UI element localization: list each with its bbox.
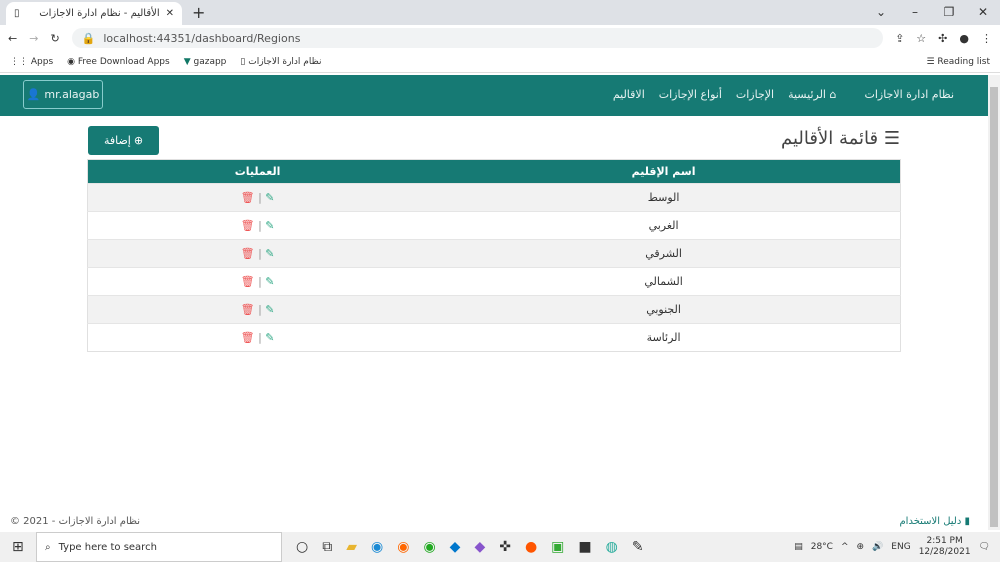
table-row: الغربي ✎ | 🗑 (87, 211, 901, 240)
bookmark-gazapp[interactable]: ▼ gazapp (184, 57, 227, 67)
volume-icon[interactable]: 🔊 (872, 542, 883, 552)
app-icon[interactable]: ✜ (499, 539, 511, 555)
table-row: الشرقي ✎ | 🗑 (87, 239, 901, 268)
back-icon[interactable]: ← (8, 32, 17, 45)
sticky-notes-icon[interactable]: ■ (578, 539, 591, 555)
regions-table: اسم الإقليم العمليات الوسط ✎ | 🗑 الغربي ✎ | … (87, 159, 901, 352)
close-window-button[interactable]: ✕ (966, 0, 1000, 25)
lock-icon: 🔒 (81, 31, 96, 45)
user-button[interactable]: 👤 mr.alagab (23, 80, 103, 109)
menu-icon[interactable]: ⋮ (981, 32, 992, 45)
maximize-button[interactable]: ❐ (932, 0, 966, 25)
nav-regions[interactable]: الاقاليم (613, 88, 645, 101)
visual-studio-icon[interactable]: ◆ (474, 539, 485, 555)
bookmark-leave-system[interactable]: ▯ نظام ادارة الاجازات (240, 57, 321, 67)
copyright: © 2021 - نظام ادارة الاجازات (10, 516, 140, 527)
region-name: الجنوبي (427, 295, 901, 324)
bookmark-free-download-apps[interactable]: ◉ Free Download Apps (67, 57, 170, 67)
brand[interactable]: نظام ادارة الاجازات (864, 88, 954, 101)
region-name: الوسط (427, 183, 901, 212)
app-icon[interactable]: ● (525, 539, 537, 555)
paint-icon[interactable]: ✎ (632, 539, 644, 555)
delete-icon[interactable]: 🗑 (241, 331, 255, 344)
chevron-up-icon[interactable]: ^ (841, 542, 849, 552)
table-row: الجنوبي ✎ | 🗑 (87, 295, 901, 324)
bookmarks-bar: ⋮⋮ Apps ◉ Free Download Apps ▼ gazapp ▯ … (0, 51, 1000, 73)
minimize-button[interactable]: – (898, 0, 932, 25)
delete-icon[interactable]: 🗑 (241, 191, 255, 204)
edit-icon[interactable]: ✎ (265, 247, 274, 260)
extensions-icon[interactable]: ✣ (938, 32, 947, 45)
list-icon: ☰ (878, 128, 900, 149)
plus-circle-icon: ⊕ (133, 134, 144, 147)
reload-icon[interactable]: ↻ (50, 32, 59, 45)
edit-icon[interactable]: ✎ (265, 303, 274, 316)
nav-home[interactable]: ⌂ الرئيسية (788, 88, 836, 101)
favicon-icon: ▯ (14, 8, 20, 19)
cortana-icon[interactable]: ○ (296, 539, 308, 555)
forward-icon[interactable]: → (29, 32, 38, 45)
address-bar[interactable]: 🔒 localhost:44351/dashboard/Regions (71, 28, 884, 48)
bookmark-apps[interactable]: ⋮⋮ Apps (10, 57, 53, 67)
vscode-icon[interactable]: ◆ (450, 539, 461, 555)
browser-tab[interactable]: ▯ الأقاليم - نظام ادارة الاجازات ✕ (6, 2, 182, 25)
reading-list[interactable]: ☰ Reading list (926, 57, 990, 67)
search-icon: ⌕ (45, 541, 51, 553)
column-header: اسم الإقليم (427, 159, 901, 184)
edit-icon[interactable]: ✎ (265, 191, 274, 204)
network-icon[interactable]: ⊕ (857, 542, 865, 552)
edit-icon[interactable]: ✎ (265, 331, 274, 344)
delete-icon[interactable]: 🗑 (241, 219, 255, 232)
close-tab-icon[interactable]: ✕ (166, 8, 174, 19)
nav-leave-types[interactable]: أنواع الإجازات (659, 88, 722, 101)
user-icon: 👤 (26, 88, 41, 101)
app-icon[interactable]: ▣ (551, 539, 564, 555)
column-header: العمليات (87, 159, 428, 184)
user-guide-link[interactable]: ▮ دليل الاستخدام (899, 516, 970, 527)
share-icon[interactable]: ⇪ (895, 32, 904, 45)
weather-icon[interactable]: ▤ (794, 542, 803, 552)
tab-search-icon[interactable]: ⌄ (864, 0, 898, 25)
scrollbar[interactable] (988, 75, 1000, 530)
file-explorer-icon[interactable]: ▰ (346, 539, 357, 555)
profile-icon[interactable]: ● (959, 32, 969, 45)
edit-icon[interactable]: ✎ (265, 275, 274, 288)
table-row: الوسط ✎ | 🗑 (87, 183, 901, 212)
notifications-icon[interactable]: 🗨 (979, 542, 990, 552)
app-icon[interactable]: ◍ (606, 539, 618, 555)
page-title: ☰ قائمة الأقاليم (781, 128, 900, 149)
edit-icon[interactable]: ✎ (265, 219, 274, 232)
task-view-icon[interactable]: ⧉ (322, 539, 332, 555)
region-name: الشمالي (427, 267, 901, 296)
windows-start-icon[interactable]: ⊞ (12, 539, 24, 555)
navbar: 👤 mr.alagab نظام ادارة الاجازات ⌂ الرئيسي… (0, 75, 988, 116)
tab-bar: ▯ الأقاليم - نظام ادارة الاجازات ✕ + ⌄ – ❐ ✕ (0, 0, 1000, 25)
taskbar-search[interactable]: ⌕ Type here to search (36, 532, 282, 562)
delete-icon[interactable]: 🗑 (241, 247, 255, 260)
new-tab-button[interactable]: + (192, 3, 205, 22)
star-icon[interactable]: ☆ (916, 32, 926, 45)
clock[interactable]: 2:51 PM 12/28/2021 (919, 536, 971, 558)
region-name: الغربي (427, 211, 901, 240)
edge-icon[interactable]: ◉ (371, 539, 383, 555)
taskbar: ⊞ ⌕ Type here to search ○ ⧉ ▰ ◉ ◉ ◉ ◆ ◆ ✜ ● ▣ ■ ◍ ✎ ▤ 2… (0, 532, 1000, 562)
region-name: الرئاسة (427, 323, 901, 352)
add-button[interactable]: ⊕ إضافة (88, 126, 159, 155)
firefox-icon[interactable]: ◉ (397, 539, 409, 555)
table-row: الشمالي ✎ | 🗑 (87, 267, 901, 296)
region-name: الشرقي (427, 239, 901, 268)
chrome-icon[interactable]: ◉ (423, 539, 435, 555)
nav-leaves[interactable]: الإجازات (736, 88, 774, 101)
delete-icon[interactable]: 🗑 (241, 303, 255, 316)
table-row: الرئاسة ✎ | 🗑 (87, 323, 901, 352)
delete-icon[interactable]: 🗑 (241, 275, 255, 288)
